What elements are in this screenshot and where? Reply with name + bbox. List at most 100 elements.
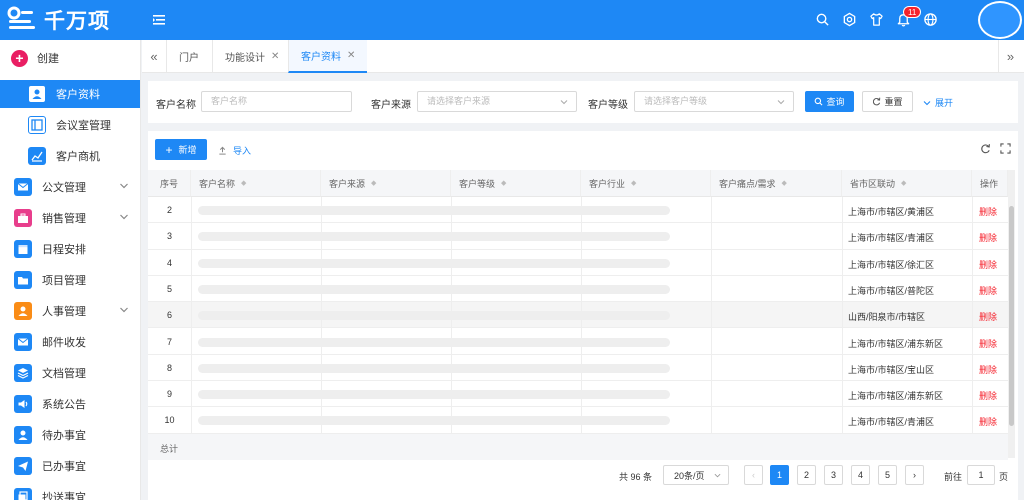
chart-icon: [28, 147, 46, 165]
column-header[interactable]: 客户痛点/需求 ◆: [711, 170, 842, 197]
column-divider: [581, 197, 582, 459]
sidebar-item[interactable]: 公文管理: [0, 173, 140, 201]
column-header[interactable]: 客户名称 ◆: [191, 170, 321, 197]
delete-link[interactable]: 删除: [979, 205, 997, 218]
sort-icon[interactable]: ◆: [501, 179, 506, 187]
query-button[interactable]: 查询: [805, 91, 854, 112]
chevron-down-icon: [120, 307, 128, 313]
fullscreen-icon[interactable]: [1000, 143, 1011, 154]
table-row[interactable]: 7 上海市/市辖区/浦东新区 删除: [148, 329, 1008, 355]
page-number-button[interactable]: 3: [824, 465, 843, 485]
theme-shirt-icon[interactable]: [869, 12, 884, 27]
page-size-select[interactable]: 20条/页: [663, 465, 729, 485]
sort-icon[interactable]: ◆: [631, 179, 636, 187]
table-row[interactable]: 5 上海市/市辖区/普陀区 删除: [148, 276, 1008, 303]
layers-icon: [14, 364, 32, 382]
page-number-button[interactable]: 2: [797, 465, 816, 485]
tab-customer-info[interactable]: 客户资料 ✕: [288, 40, 368, 73]
tabs-scroll-right-icon[interactable]: »: [998, 40, 1022, 73]
column-header[interactable]: 客户来源 ◆: [321, 170, 451, 197]
reset-button[interactable]: 重置: [862, 91, 913, 112]
mail-icon: [14, 333, 32, 351]
folder-icon: [14, 271, 32, 289]
sort-icon[interactable]: ◆: [782, 179, 787, 187]
column-header[interactable]: 客户等级 ◆: [451, 170, 581, 197]
sidebar-item[interactable]: 系统公告: [0, 390, 140, 418]
customer-name-input[interactable]: 客户名称: [201, 91, 352, 112]
sidebar-item[interactable]: 客户资料: [0, 80, 140, 108]
tabs-scroll-left-icon[interactable]: «: [142, 40, 166, 73]
refresh-icon[interactable]: [980, 143, 991, 154]
column-header: 操作: [972, 170, 1008, 197]
table-row[interactable]: 8 上海市/市辖区/宝山区 删除: [148, 355, 1008, 382]
customer-source-select[interactable]: 请选择客户来源: [417, 91, 577, 112]
column-header[interactable]: 省市区联动 ◆: [842, 170, 972, 197]
sidebar-item[interactable]: 日程安排: [0, 235, 140, 263]
page-number-button[interactable]: 5: [878, 465, 897, 485]
sidebar-item[interactable]: 销售管理: [0, 204, 140, 232]
expand-link[interactable]: 展开: [923, 96, 953, 109]
language-globe-icon[interactable]: [923, 12, 938, 27]
sort-icon[interactable]: ◆: [901, 179, 906, 187]
page-number-button[interactable]: 1: [770, 465, 789, 485]
pagination: 共 96 条 20条/页 ‹ 12345 › 前往 1 页: [148, 463, 1018, 487]
sidebar-item-label: 已办事宜: [42, 461, 86, 473]
close-icon[interactable]: ✕: [271, 51, 279, 62]
tab-portal[interactable]: 门户: [166, 40, 211, 73]
expand-label: 展开: [935, 98, 954, 108]
sidebar-item-label: 日程安排: [42, 244, 86, 256]
sidebar-item[interactable]: 待办事宜: [0, 421, 140, 449]
logo[interactable]: 千万项: [6, 4, 110, 36]
page-number-button[interactable]: 4: [851, 465, 870, 485]
table-row[interactable]: 10 上海市/市辖区/青浦区 删除: [148, 407, 1008, 434]
search-icon[interactable]: [815, 12, 830, 27]
sidebar-item[interactable]: 项目管理: [0, 266, 140, 294]
table-row[interactable]: 2 上海市/市辖区/黄浦区 删除: [148, 197, 1008, 224]
sidebar-item[interactable]: 抄送事宜: [0, 483, 140, 500]
create-button[interactable]: + 创建: [0, 40, 140, 76]
delete-link[interactable]: 删除: [979, 337, 997, 350]
menu-toggle-icon[interactable]: [152, 12, 166, 28]
column-header[interactable]: 客户行业 ◆: [581, 170, 711, 197]
delete-link[interactable]: 删除: [979, 389, 997, 402]
sidebar-item[interactable]: 会议室管理: [0, 111, 140, 139]
settings-icon[interactable]: [842, 12, 857, 27]
sort-icon[interactable]: ◆: [241, 179, 246, 187]
delete-link[interactable]: 删除: [979, 284, 997, 297]
chevron-down-icon: [714, 473, 721, 478]
row-index: 3: [166, 231, 172, 242]
close-icon[interactable]: ✕: [347, 50, 355, 61]
sidebar-item[interactable]: 邮件收发: [0, 328, 140, 356]
table-row[interactable]: 9 上海市/市辖区/浦东新区 删除: [148, 381, 1008, 408]
refresh-icon: [873, 97, 881, 106]
delete-link[interactable]: 删除: [979, 231, 997, 244]
customer-name-placeholder: 客户名称: [211, 96, 248, 106]
delete-link[interactable]: 删除: [979, 310, 997, 323]
sort-icon[interactable]: ◆: [371, 179, 376, 187]
sidebar-item-label: 系统公告: [42, 399, 86, 411]
delete-link[interactable]: 删除: [979, 415, 997, 428]
layout-icon: [28, 116, 46, 134]
table-row[interactable]: 3 上海市/市辖区/青浦区 删除: [148, 223, 1008, 250]
table-row[interactable]: 4 上海市/市辖区/徐汇区 删除: [148, 250, 1008, 276]
sidebar-item[interactable]: 已办事宜: [0, 452, 140, 480]
goto-page-input[interactable]: 1: [967, 465, 995, 485]
delete-link[interactable]: 删除: [979, 363, 997, 376]
region-cell: 山西/阳泉市/市辖区: [848, 312, 926, 323]
sidebar-item[interactable]: 客户商机: [0, 142, 140, 170]
add-button[interactable]: + 新增: [155, 139, 207, 160]
next-page-button[interactable]: ›: [905, 465, 924, 485]
customer-level-select[interactable]: 请选择客户等级: [634, 91, 794, 112]
tab-function-design[interactable]: 功能设计 ✕: [212, 40, 291, 73]
import-button[interactable]: 导入: [218, 144, 251, 157]
column-divider: [451, 197, 452, 459]
prev-page-button[interactable]: ‹: [744, 465, 763, 485]
table-row[interactable]: 6 山西/阳泉市/市辖区 删除: [148, 302, 1008, 329]
region-cell: 上海市/市辖区/浦东新区: [848, 391, 944, 402]
sidebar-item[interactable]: 文档管理: [0, 359, 140, 387]
delete-link[interactable]: 删除: [979, 258, 997, 271]
user-avatar[interactable]: [978, 1, 1022, 39]
sidebar-item-label: 邮件收发: [42, 337, 86, 349]
table-scrollbar-thumb[interactable]: [1009, 206, 1014, 426]
sidebar-item[interactable]: 人事管理: [0, 297, 140, 325]
